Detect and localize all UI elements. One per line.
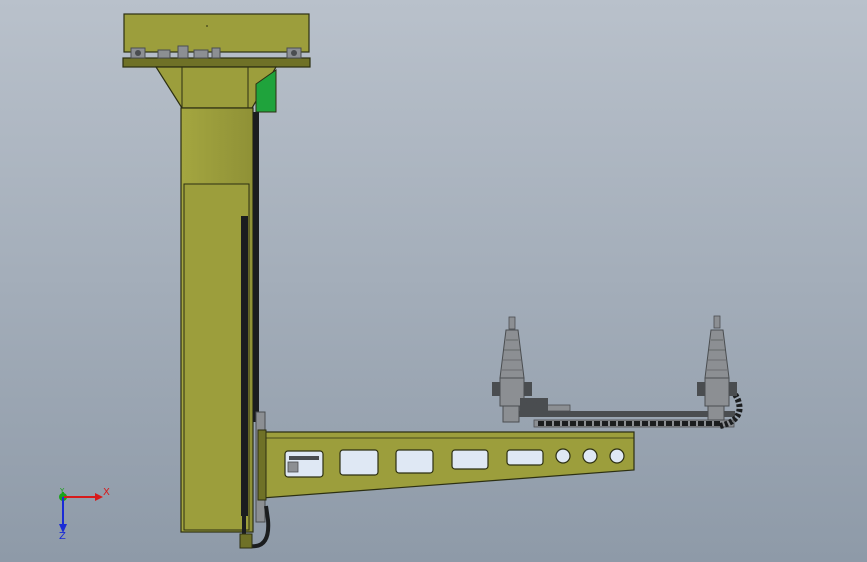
- chain-link: [618, 421, 624, 426]
- chain-link: [562, 421, 568, 426]
- column-panel: [183, 183, 250, 531]
- chain-link: [626, 421, 632, 426]
- chain-link: [634, 421, 640, 426]
- chain-link: [586, 421, 592, 426]
- vertical-rail: [253, 112, 259, 422]
- chain-link: [602, 421, 608, 426]
- chain-link: [570, 421, 576, 426]
- chain-link: [706, 421, 712, 426]
- chain-link: [594, 421, 600, 426]
- top-mounting-plate[interactable]: [122, 57, 311, 68]
- chain-link: [554, 421, 560, 426]
- chain-link: [578, 421, 584, 426]
- arm-holes: [555, 448, 625, 464]
- chain-link: [682, 421, 688, 426]
- drag-chain-links: [538, 421, 720, 426]
- chain-link: [658, 421, 664, 426]
- chain-link: [690, 421, 696, 426]
- chain-link: [714, 421, 720, 426]
- chain-link: [642, 421, 648, 426]
- vertical-cable-chain: [241, 216, 248, 516]
- chain-link: [666, 421, 672, 426]
- chain-link: [546, 421, 552, 426]
- chain-link: [698, 421, 704, 426]
- arm-mount-plate[interactable]: [257, 429, 267, 501]
- x-axis-label: X: [103, 487, 110, 498]
- z-axis-label: Z: [59, 531, 66, 542]
- column-foot: [239, 533, 253, 549]
- chain-link: [674, 421, 680, 426]
- chain-link: [650, 421, 656, 426]
- cad-viewport[interactable]: X Y Z: [0, 0, 867, 562]
- model-scene[interactable]: [0, 0, 867, 562]
- y-axis-label: Y: [60, 487, 65, 495]
- chain-link: [610, 421, 616, 426]
- chain-link: [538, 421, 544, 426]
- top-cap-box[interactable]: [123, 13, 310, 53]
